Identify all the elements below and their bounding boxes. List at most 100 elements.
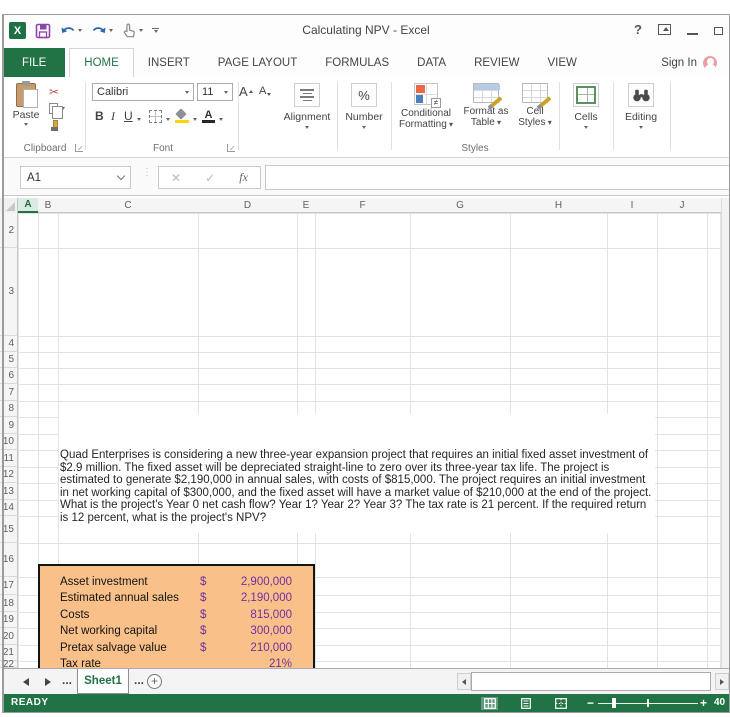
insert-function-icon[interactable]: fx (239, 170, 248, 185)
format-as-table-button[interactable]: Format as Table (459, 83, 513, 128)
minimize-icon[interactable] (687, 32, 698, 35)
paste-button[interactable]: Paste (9, 81, 43, 126)
column-header-H[interactable]: H (510, 198, 607, 213)
problem-statement-text: Quad Enterprises is considering a new th… (60, 449, 652, 524)
name-box[interactable]: A1 (20, 166, 131, 189)
status-bar: READY − + 40 (3, 694, 730, 712)
cells-group-button[interactable]: Cells (563, 83, 609, 129)
hscroll-thumb[interactable] (471, 672, 711, 691)
editing-group-button[interactable]: Editing (616, 83, 666, 129)
conditional-formatting-button[interactable]: ≠ Conditional Formatting (395, 83, 457, 130)
font-family-select[interactable]: Calibri (92, 83, 194, 101)
sheet-nav-prev-icon[interactable] (23, 678, 29, 686)
column-header-I[interactable]: I (607, 198, 657, 213)
column-header-F[interactable]: F (315, 198, 410, 213)
fill-color-button[interactable] (175, 108, 197, 123)
assumption-row: Tax rate 21% (40, 658, 313, 668)
gridline-vertical (657, 213, 658, 668)
assumption-row: Costs $815,000 (40, 609, 313, 625)
italic-button[interactable]: I (111, 109, 115, 124)
name-box-dropdown-icon[interactable] (116, 171, 126, 181)
cut-button[interactable]: ✂ (49, 85, 65, 98)
tab-page-layout[interactable]: PAGE LAYOUT (204, 48, 311, 77)
gridline-horizontal (18, 543, 721, 544)
sign-in-label: Sign In (661, 56, 697, 69)
worksheet-grid[interactable]: A B C D E F G H I J 2 3 4 5 6 7 8 9 10 11 12 13 14 15 16 17 18 19 20… (0, 198, 730, 668)
font-group-label: Font (152, 143, 173, 154)
tab-view[interactable]: VIEW (533, 48, 590, 77)
cancel-icon[interactable]: ✕ (171, 171, 181, 185)
gridline-horizontal (18, 248, 721, 249)
alignment-group-button[interactable]: Alignment (279, 83, 335, 129)
column-header-E[interactable]: E (297, 198, 315, 213)
gridline-vertical (18, 213, 19, 668)
page-layout-view-button[interactable] (517, 697, 534, 710)
hscroll-right-button[interactable] (715, 673, 729, 690)
new-sheet-button[interactable]: + (147, 674, 162, 689)
zoom-slider-handle[interactable] (612, 698, 616, 708)
formula-input[interactable] (265, 165, 730, 190)
clipboard-dialog-launcher-icon[interactable] (75, 144, 83, 152)
copy-button[interactable] (49, 102, 65, 119)
sign-in-link[interactable]: Sign In (661, 48, 717, 77)
ribbon: Paste ✂ Clipboard Calibri 11 A A B I U A… (3, 77, 729, 158)
tab-formulas[interactable]: FORMULAS (311, 48, 403, 77)
column-header-G[interactable]: G (410, 198, 510, 213)
column-header-D[interactable]: D (198, 198, 297, 213)
font-color-button[interactable]: A (202, 110, 223, 123)
column-header-B[interactable]: B (38, 198, 58, 213)
column-header-C[interactable]: C (58, 198, 198, 213)
column-header-J[interactable]: J (657, 198, 707, 213)
sheet-tab-sheet1[interactable]: Sheet1 (77, 669, 129, 694)
hscroll-left-button[interactable] (457, 673, 471, 690)
column-header-A[interactable]: A (18, 198, 38, 213)
percent-icon: % (358, 87, 370, 103)
font-size-value: 11 (202, 86, 214, 98)
bold-letter: B (95, 109, 104, 123)
tab-data[interactable]: DATA (403, 48, 460, 77)
borders-icon (149, 110, 162, 123)
sheet-overflow-right[interactable]: ... (134, 673, 144, 687)
format-painter-button[interactable] (49, 119, 65, 132)
assumption-value: 2,190,000 (240, 592, 292, 605)
zoom-in-button[interactable]: + (700, 696, 707, 710)
assumption-row: Net working capital $300,000 (40, 625, 313, 641)
tab-insert[interactable]: INSERT (134, 48, 204, 77)
shrink-font-button[interactable]: A (259, 85, 272, 97)
cut-scissors-icon: ✂ (49, 84, 60, 99)
status-mode: READY (11, 697, 49, 708)
user-avatar-icon (703, 55, 717, 70)
gridline-vertical (707, 213, 708, 668)
bold-button[interactable]: B (95, 109, 104, 123)
borders-button[interactable] (149, 110, 170, 123)
normal-view-button[interactable] (481, 696, 498, 710)
underline-button[interactable]: U (124, 109, 141, 123)
assumption-label: Pretax salvage value (60, 641, 167, 654)
ribbon-tab-row: FILE HOME INSERT PAGE LAYOUT FORMULAS DA… (3, 48, 729, 77)
conditional-formatting-label: Conditional Formatting (395, 108, 457, 130)
enter-icon[interactable]: ✓ (205, 171, 215, 185)
tab-review[interactable]: REVIEW (460, 48, 533, 77)
font-size-select[interactable]: 11 (197, 83, 233, 101)
page-break-preview-button[interactable] (552, 697, 569, 710)
tab-home[interactable]: HOME (69, 48, 134, 77)
styles-group-label: Styles (461, 143, 489, 154)
sheet-overflow-left[interactable]: ... (62, 673, 72, 687)
zoom-out-button[interactable]: − (587, 696, 594, 710)
formula-bar-separator: ⋮ (142, 167, 152, 178)
help-button[interactable]: ? (634, 22, 642, 37)
ribbon-display-options-icon[interactable] (658, 24, 671, 35)
assumption-currency: $ (200, 592, 207, 605)
cell-styles-button[interactable]: Cell Styles (515, 83, 555, 128)
sheet-nav-next-icon[interactable] (45, 678, 51, 686)
number-group-button[interactable]: % Number (340, 83, 388, 129)
cells-icon (576, 86, 596, 104)
paste-dropdown-icon[interactable] (24, 123, 28, 126)
name-box-value: A1 (27, 171, 42, 184)
tab-file[interactable]: FILE (3, 48, 66, 77)
restore-window-icon[interactable] (714, 24, 728, 35)
format-painter-icon (49, 119, 60, 132)
gridline-horizontal (18, 336, 721, 337)
grow-font-button[interactable]: A (239, 84, 253, 99)
font-dialog-launcher-icon[interactable] (227, 144, 235, 152)
